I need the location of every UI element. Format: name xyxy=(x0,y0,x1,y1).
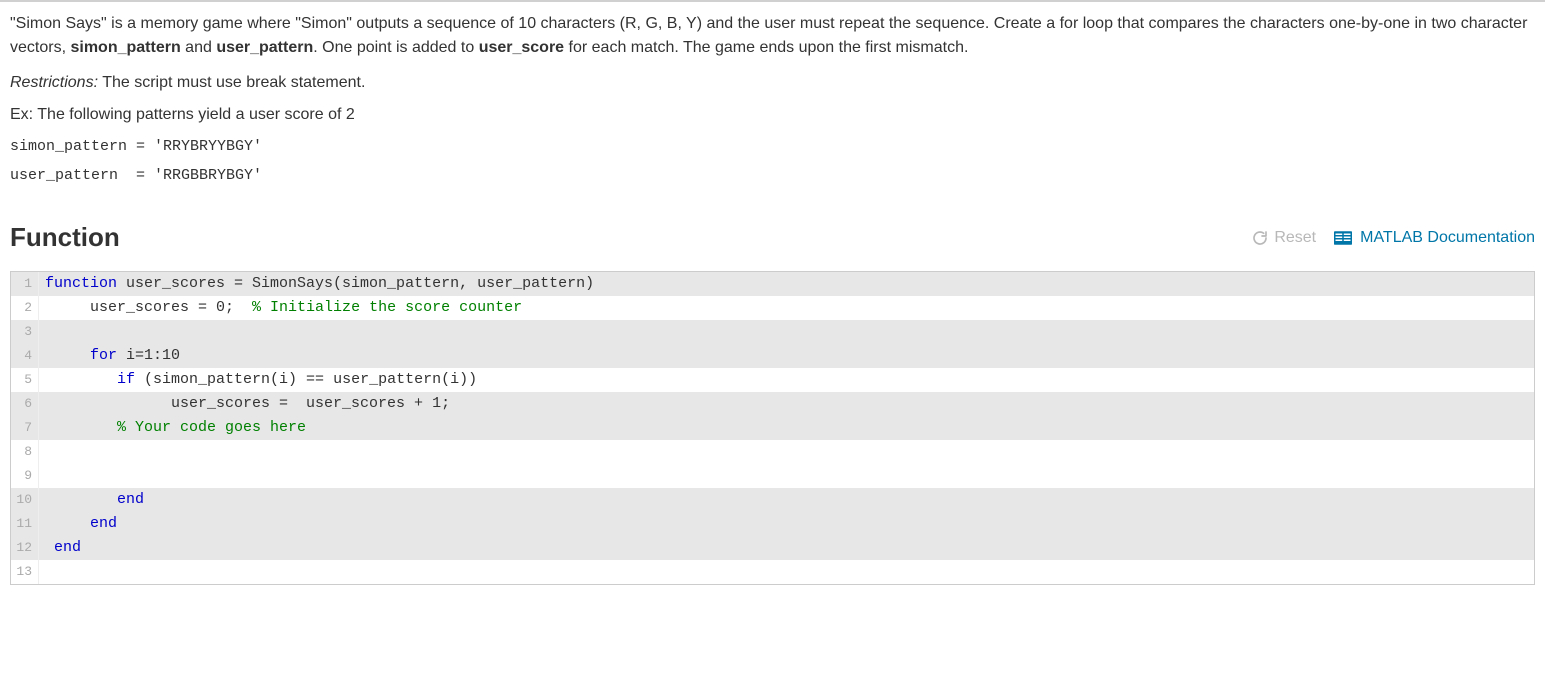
code-content[interactable]: end xyxy=(39,536,1534,560)
problem-container: "Simon Says" is a memory game where "Sim… xyxy=(0,0,1545,591)
code-line[interactable]: 5 if (simon_pattern(i) == user_pattern(i… xyxy=(11,368,1534,392)
restrictions-text: The script must use break statement. xyxy=(98,74,365,91)
problem-bold-user-score: user_score xyxy=(479,39,564,56)
problem-text-part: . One point is added to xyxy=(313,39,478,56)
code-content[interactable]: % Your code goes here xyxy=(39,416,1534,440)
reset-label: Reset xyxy=(1274,229,1316,247)
code-content[interactable] xyxy=(39,560,1534,584)
code-line[interactable]: 7 % Your code goes here xyxy=(11,416,1534,440)
code-line[interactable]: 4 for i=1:10 xyxy=(11,344,1534,368)
code-line[interactable]: 13 xyxy=(11,560,1534,584)
code-content[interactable]: if (simon_pattern(i) == user_pattern(i)) xyxy=(39,368,1534,392)
code-content[interactable]: for i=1:10 xyxy=(39,344,1534,368)
code-line[interactable]: 10 end xyxy=(11,488,1534,512)
code-content[interactable]: user_scores = 0; % Initialize the score … xyxy=(39,296,1534,320)
line-number: 2 xyxy=(11,296,39,320)
doc-link-label: MATLAB Documentation xyxy=(1360,229,1535,247)
code-line[interactable]: 11 end xyxy=(11,512,1534,536)
problem-bold-simon-pattern: simon_pattern xyxy=(70,39,180,56)
restrictions-label: Restrictions: xyxy=(10,74,98,91)
line-number: 5 xyxy=(11,368,39,392)
line-number: 8 xyxy=(11,440,39,464)
book-icon xyxy=(1334,231,1352,245)
code-line[interactable]: 8 xyxy=(11,440,1534,464)
code-content[interactable]: user_scores = user_scores + 1; xyxy=(39,392,1534,416)
section-header: Function Reset MATLAB D xyxy=(10,222,1535,253)
code-content[interactable] xyxy=(39,440,1534,464)
code-content[interactable]: end xyxy=(39,512,1534,536)
line-number: 10 xyxy=(11,488,39,512)
code-line[interactable]: 9 xyxy=(11,464,1534,488)
line-number: 7 xyxy=(11,416,39,440)
code-line[interactable]: 12 end xyxy=(11,536,1534,560)
code-content[interactable] xyxy=(39,320,1534,344)
line-number: 11 xyxy=(11,512,39,536)
line-number: 9 xyxy=(11,464,39,488)
code-line[interactable]: 6 user_scores = user_scores + 1; xyxy=(11,392,1534,416)
problem-text-part: and xyxy=(181,39,217,56)
matlab-doc-link[interactable]: MATLAB Documentation xyxy=(1334,229,1535,247)
code-line[interactable]: 3 xyxy=(11,320,1534,344)
section-title: Function xyxy=(10,222,120,253)
example-simon-pattern: simon_pattern = 'RRYBRYYBGY' xyxy=(10,138,1535,155)
reset-button[interactable]: Reset xyxy=(1252,229,1316,247)
code-line[interactable]: 1function user_scores = SimonSays(simon_… xyxy=(11,272,1534,296)
code-content[interactable]: function user_scores = SimonSays(simon_p… xyxy=(39,272,1534,296)
problem-text-part: for each match. The game ends upon the f… xyxy=(564,39,968,56)
line-number: 4 xyxy=(11,344,39,368)
code-line[interactable]: 2 user_scores = 0; % Initialize the scor… xyxy=(11,296,1534,320)
line-number: 12 xyxy=(11,536,39,560)
example-user-pattern: user_pattern = 'RRGBBRYBGY' xyxy=(10,167,1535,184)
example-intro: Ex: The following patterns yield a user … xyxy=(10,106,1535,124)
line-number: 6 xyxy=(11,392,39,416)
problem-bold-user-pattern: user_pattern xyxy=(216,39,313,56)
code-content[interactable]: end xyxy=(39,488,1534,512)
problem-description: "Simon Says" is a memory game where "Sim… xyxy=(10,12,1535,60)
line-number: 13 xyxy=(11,560,39,584)
line-number: 3 xyxy=(11,320,39,344)
code-editor[interactable]: 1function user_scores = SimonSays(simon_… xyxy=(10,271,1535,585)
reset-icon xyxy=(1252,230,1268,246)
line-number: 1 xyxy=(11,272,39,296)
restrictions-line: Restrictions: The script must use break … xyxy=(10,74,1535,92)
code-content[interactable] xyxy=(39,464,1534,488)
section-actions: Reset MATLAB Documentation xyxy=(1252,229,1535,247)
